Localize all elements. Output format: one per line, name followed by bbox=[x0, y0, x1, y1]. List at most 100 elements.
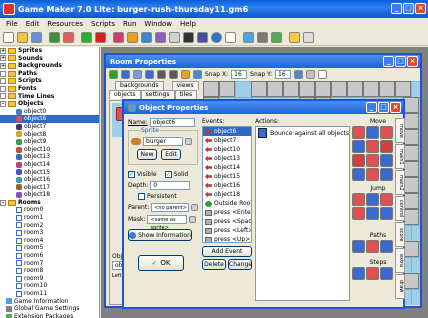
align-icon[interactable] bbox=[366, 207, 379, 220]
tree-extra-item[interactable]: Game Information bbox=[0, 298, 99, 306]
tab-main1[interactable]: main1 bbox=[395, 144, 405, 169]
tree-folder-backgrounds[interactable]: + Backgrounds bbox=[0, 62, 99, 70]
event-item[interactable]: object7 bbox=[203, 136, 251, 145]
add-background-icon[interactable] bbox=[141, 32, 152, 43]
new-file-icon[interactable] bbox=[3, 32, 14, 43]
isometric-icon[interactable] bbox=[306, 69, 316, 79]
add-object-icon[interactable] bbox=[211, 32, 222, 43]
help-icon[interactable] bbox=[289, 32, 300, 43]
set-friction-icon[interactable] bbox=[380, 154, 393, 167]
add-sound-icon[interactable] bbox=[127, 32, 138, 43]
event-item[interactable]: press <Up> bbox=[203, 235, 251, 242]
step-towards-icon[interactable] bbox=[352, 267, 365, 280]
run-icon[interactable] bbox=[81, 32, 92, 43]
move-towards-icon[interactable] bbox=[380, 126, 393, 139]
set-gravity-icon[interactable] bbox=[380, 140, 393, 153]
set-path-icon[interactable] bbox=[352, 240, 365, 253]
change-event-button[interactable]: Change bbox=[228, 259, 252, 270]
add-path-icon[interactable] bbox=[155, 32, 166, 43]
tab-extra[interactable]: extra bbox=[395, 248, 405, 273]
tree-room-item[interactable]: room6 bbox=[0, 252, 99, 260]
reverse-horizontal-icon[interactable] bbox=[352, 154, 365, 167]
tree-object-item[interactable]: object9 bbox=[0, 138, 99, 146]
sprite-field[interactable]: burger bbox=[143, 137, 183, 146]
jump-start-icon[interactable] bbox=[366, 168, 379, 181]
clear-icon[interactable] bbox=[133, 69, 142, 79]
action-item[interactable]: Bounce against all objects bbox=[256, 127, 349, 139]
tree-object-item[interactable]: object15 bbox=[0, 169, 99, 177]
tree-room-item[interactable]: room1 bbox=[0, 214, 99, 222]
new-sprite-button[interactable]: New bbox=[137, 149, 157, 160]
menu-resources[interactable]: Resources bbox=[43, 20, 87, 28]
save-icon[interactable] bbox=[31, 32, 42, 43]
snap-x-field[interactable]: 16 bbox=[231, 69, 248, 79]
tree-folder-sounds[interactable]: + Sounds bbox=[0, 55, 99, 63]
snap-grid-icon[interactable] bbox=[352, 193, 365, 206]
delete-event-button[interactable]: Delete bbox=[202, 259, 226, 270]
event-item[interactable]: object14 bbox=[203, 163, 251, 172]
edit-sprite-button[interactable]: Edit bbox=[161, 149, 181, 160]
global-settings-icon[interactable] bbox=[257, 32, 268, 43]
sort-x-icon[interactable] bbox=[157, 69, 166, 79]
tree-object-item[interactable]: object6 bbox=[0, 115, 99, 123]
event-item[interactable]: Outside Room bbox=[203, 199, 251, 208]
tree-object-item[interactable]: object8 bbox=[0, 131, 99, 139]
menu-run[interactable]: Run bbox=[119, 20, 140, 28]
tree-folder-rooms[interactable]: - Rooms bbox=[0, 199, 99, 207]
depth-field[interactable]: 0 bbox=[150, 181, 191, 190]
tab-draw[interactable]: draw bbox=[395, 274, 405, 299]
tree-object-item[interactable]: object7 bbox=[0, 123, 99, 131]
tree-room-item[interactable]: room8 bbox=[0, 267, 99, 275]
debug-icon[interactable] bbox=[95, 32, 106, 43]
step-avoid-icon[interactable] bbox=[366, 267, 379, 280]
room-close-button[interactable]: × bbox=[407, 56, 418, 67]
menu-edit[interactable]: Edit bbox=[22, 20, 44, 28]
reverse-vertical-icon[interactable] bbox=[366, 154, 379, 167]
wrap-screen-icon[interactable] bbox=[366, 193, 379, 206]
menu-help[interactable]: Help bbox=[176, 20, 200, 28]
tab-views[interactable]: views bbox=[171, 81, 199, 90]
tree-room-item[interactable]: room4 bbox=[0, 237, 99, 245]
add-font-icon[interactable] bbox=[183, 32, 194, 43]
obj-maximize-button[interactable]: □ bbox=[378, 102, 389, 113]
menu-window[interactable]: Window bbox=[140, 20, 176, 28]
tree-folder-objects[interactable]: - Objects bbox=[0, 100, 99, 108]
tree-extra-item[interactable]: Extension Packages bbox=[0, 313, 99, 318]
mask-field[interactable]: <same as sprite> bbox=[147, 215, 188, 231]
move-free-icon[interactable] bbox=[366, 126, 379, 139]
potential-step-icon[interactable] bbox=[380, 267, 393, 280]
add-room-icon[interactable] bbox=[225, 32, 236, 43]
name-field[interactable]: object6 bbox=[149, 118, 195, 127]
tree-room-item[interactable]: room0 bbox=[0, 206, 99, 214]
event-item[interactable]: object6 bbox=[203, 127, 251, 136]
tab-backgrounds[interactable]: backgrounds bbox=[115, 81, 164, 90]
jump-position-icon[interactable] bbox=[352, 168, 365, 181]
tree-object-item[interactable]: object0 bbox=[0, 108, 99, 116]
tab-objects[interactable]: objects bbox=[109, 90, 141, 99]
tree-extra-item[interactable]: Global Game Settings bbox=[0, 305, 99, 313]
room-minimize-button[interactable]: _ bbox=[383, 56, 394, 67]
obj-close-button[interactable]: × bbox=[390, 102, 401, 113]
move-fixed-icon[interactable] bbox=[352, 126, 365, 139]
mask-menu-icon[interactable] bbox=[189, 216, 197, 223]
speed-vertical-icon[interactable] bbox=[366, 140, 379, 153]
tree-folder-scripts[interactable]: Scripts bbox=[0, 77, 99, 85]
tree-object-item[interactable]: object10 bbox=[0, 146, 99, 154]
jump-random-icon[interactable] bbox=[380, 168, 393, 181]
tree-room-item[interactable]: room5 bbox=[0, 244, 99, 252]
unlock-icon[interactable] bbox=[193, 69, 202, 79]
sort-y-icon[interactable] bbox=[169, 69, 178, 79]
tree-object-item[interactable]: object17 bbox=[0, 184, 99, 192]
add-event-button[interactable]: Add Event bbox=[202, 246, 252, 257]
publish-icon[interactable] bbox=[63, 32, 74, 43]
tree-room-item[interactable]: room7 bbox=[0, 260, 99, 268]
ok-button[interactable]: ✓ OK bbox=[138, 255, 184, 271]
parent-field[interactable]: <no parent> bbox=[151, 203, 190, 212]
solid-checkbox[interactable]: ✓ Solid bbox=[164, 171, 188, 178]
tree-room-item[interactable]: room9 bbox=[0, 275, 99, 283]
tree-object-item[interactable]: object13 bbox=[0, 153, 99, 161]
undo-icon[interactable] bbox=[121, 69, 130, 79]
event-item[interactable]: object18 bbox=[203, 190, 251, 199]
speed-horizontal-icon[interactable] bbox=[352, 140, 365, 153]
event-item[interactable]: press <Enter> bbox=[203, 208, 251, 217]
